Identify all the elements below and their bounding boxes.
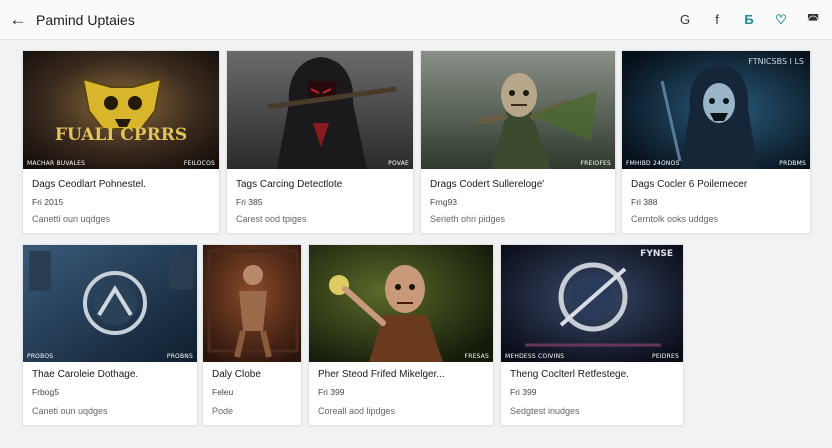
- thumb-caption: PRDBMS: [779, 160, 806, 167]
- game-card[interactable]: POVAE Tags Carcing Detectlote Fri 385 Ca…: [226, 50, 414, 234]
- arrow-left-icon[interactable]: ←: [8, 10, 28, 30]
- card-price: Feleu: [212, 387, 234, 397]
- game-logo-text: FTNICSBS I LS: [748, 57, 804, 66]
- card-title: Pher Steod Frifed Mikelger...: [318, 369, 445, 380]
- game-thumbnail: FTNICSBS I LS FMHIBD 24ONOS PRDBMS: [622, 51, 810, 169]
- card-status: Cerntolk ooks uddges: [631, 214, 719, 224]
- thumb-caption: PROBOS: [27, 353, 54, 360]
- card-status: Canetti oun uqdges: [32, 214, 111, 224]
- thumb-caption: FMHIBD 24ONOS: [626, 160, 680, 167]
- thumb-caption: MEHDESS COIVINS: [505, 353, 565, 360]
- game-card[interactable]: FTNICSBS I LS FMHIBD 24ONOS PRDBMS Dags …: [621, 50, 811, 234]
- card-price: Frng93: [430, 197, 457, 207]
- card-title: Dags Cocler 6 Poilemecer: [631, 179, 748, 190]
- game-card[interactable]: PROBOS PROBNS Thae Caroleie Dothage. Frb…: [22, 244, 198, 426]
- game-card[interactable]: FUALI CPRRS MACHAR BUVALES FEILOCOS Dags…: [22, 50, 220, 234]
- facebook-icon[interactable]: f: [706, 9, 728, 31]
- game-thumbnail: PROBOS PROBNS: [23, 245, 197, 362]
- thumb-caption: PROBNS: [166, 353, 193, 360]
- game-card[interactable]: FRESAS Pher Steod Frifed Mikelger... Fri…: [308, 244, 494, 426]
- game-logo-text: FUALI CPRRS: [54, 125, 188, 145]
- game-thumbnail: POVAE: [227, 51, 413, 169]
- game-thumbnail: FREIOFES: [421, 51, 615, 169]
- app-header: ← Pamind Uptaies G f Ƃ ♡ ◚: [0, 0, 832, 40]
- thumb-caption: MACHAR BUVALES: [27, 160, 86, 167]
- refresh-icon[interactable]: G: [674, 9, 696, 31]
- card-title: Daly Clobe: [212, 369, 261, 380]
- game-logo-text: FYNSE: [640, 249, 673, 259]
- card-price: Fri 388: [631, 197, 658, 207]
- card-title: Thae Caroleie Dothage.: [32, 369, 139, 380]
- card-status: Carest ood tpiges: [236, 214, 307, 224]
- heart-icon[interactable]: ♡: [770, 9, 792, 31]
- game-thumbnail: FRESAS: [309, 245, 493, 362]
- card-price: Fri 385: [236, 197, 263, 207]
- game-card[interactable]: FREIOFES Drags Codert Sullereloge' Frng9…: [420, 50, 616, 234]
- card-status: Caneti oun uqdges: [32, 406, 108, 416]
- card-title: Tags Carcing Detectlote: [236, 179, 343, 190]
- card-price: Fri 2015: [32, 197, 64, 207]
- card-status: Coreall aod lipdges: [318, 406, 396, 416]
- card-status: Pode: [212, 406, 234, 416]
- card-status: Sedgtest inudges: [510, 406, 580, 416]
- card-price: Fri 399: [510, 387, 537, 397]
- card-title: Theng Coclterl Retfestege.: [510, 369, 629, 380]
- game-thumbnail: [203, 245, 301, 362]
- game-thumbnail: FYNSE MEHDESS COIVINS PEIDRES: [501, 245, 683, 362]
- card-price: Frbog5: [32, 387, 59, 397]
- twitter-icon[interactable]: Ƃ: [738, 9, 760, 31]
- thumb-caption: FRESAS: [464, 353, 489, 360]
- card-title: Drags Codert Sullereloge': [430, 179, 545, 190]
- game-card[interactable]: Daly Clobe Feleu Pode: [202, 244, 302, 426]
- header-actions: G f Ƃ ♡ ◚: [674, 9, 824, 31]
- card-status: Serieth ohri pidges: [430, 214, 506, 224]
- game-card[interactable]: FYNSE MEHDESS COIVINS PEIDRES Theng Cocl…: [500, 244, 684, 426]
- thumb-caption: FEILOCOS: [183, 160, 215, 167]
- thumb-caption: PEIDRES: [652, 353, 679, 360]
- thumb-caption: POVAE: [388, 160, 409, 167]
- game-thumbnail: FUALI CPRRS MACHAR BUVALES FEILOCOS: [23, 51, 219, 169]
- card-title: Dags Ceodlart Pohnestel.: [32, 179, 146, 190]
- thumb-caption: FREIOFES: [580, 160, 611, 167]
- card-price: Fri 399: [318, 387, 345, 397]
- chat-icon[interactable]: ◚: [802, 9, 824, 31]
- page-title: Pamind Uptaies: [36, 12, 135, 28]
